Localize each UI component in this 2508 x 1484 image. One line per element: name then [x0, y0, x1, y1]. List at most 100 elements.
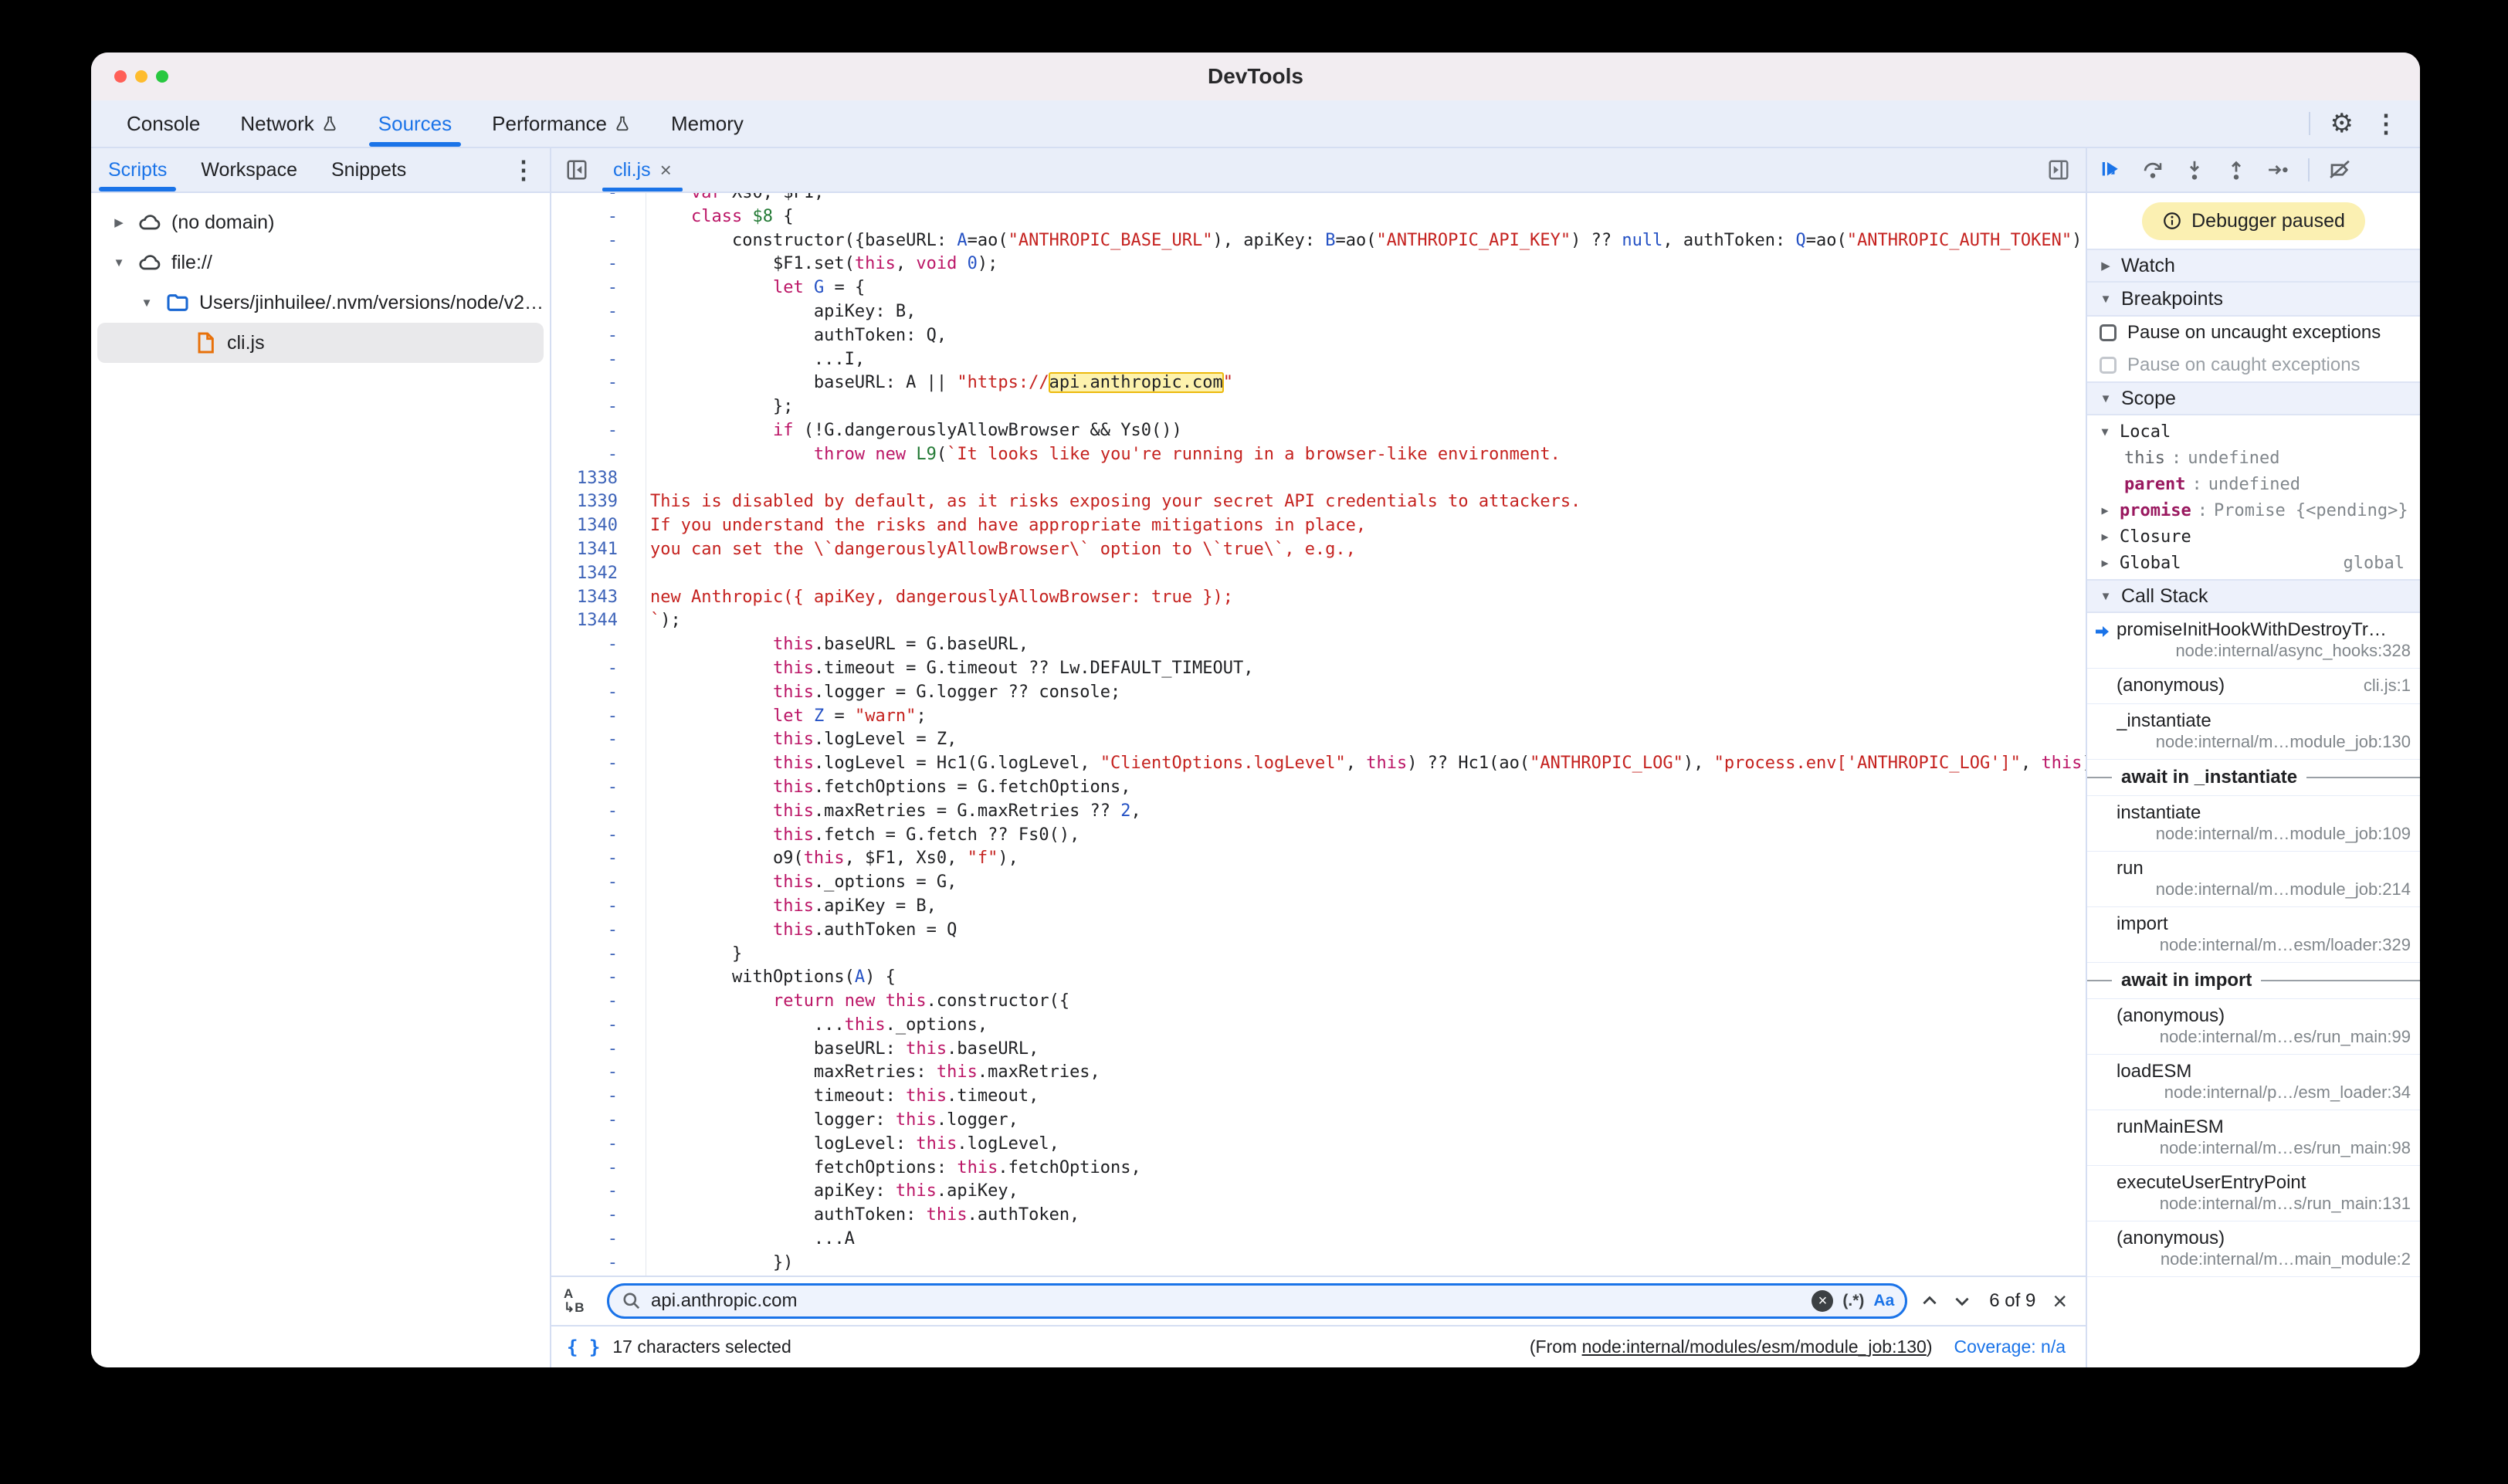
call-stack-frame[interactable]: executeUserEntryPointnode:internal/m…s/r…	[2087, 1166, 2420, 1221]
pretty-print-icon[interactable]: { }	[567, 1337, 600, 1358]
line-gutter[interactable]: -	[551, 371, 632, 395]
caret-right-icon[interactable]: ▶	[2096, 503, 2113, 517]
line-gutter[interactable]: -	[551, 824, 632, 848]
source-origin-link[interactable]: node:internal/modules/esm/module_job:130	[1582, 1337, 1927, 1357]
minimize-window-button[interactable]	[135, 70, 147, 83]
call-stack-frame[interactable]: (anonymous)node:internal/m…es/run_main:9…	[2087, 999, 2420, 1055]
call-stack-frame[interactable]: (anonymous)node:internal/m…main_module:2	[2087, 1221, 2420, 1277]
line-gutter[interactable]: -	[551, 966, 632, 990]
line-gutter[interactable]: -	[551, 1133, 632, 1157]
line-gutter[interactable]: -	[551, 990, 632, 1014]
call-stack-frame[interactable]: runMainESMnode:internal/m…es/run_main:98	[2087, 1110, 2420, 1166]
line-gutter[interactable]: -	[551, 443, 632, 467]
close-tab-icon[interactable]: ×	[660, 158, 672, 182]
call-stack-frame[interactable]: promiseInitHookWithDestroyTr…node:intern…	[2087, 613, 2420, 669]
line-gutter[interactable]: 1339	[551, 490, 632, 514]
line-gutter[interactable]: -	[551, 419, 632, 443]
search-pill[interactable]: × (.*) Aa	[607, 1283, 1907, 1319]
collapse-right-icon[interactable]	[2047, 148, 2086, 191]
replace-toggle-icon[interactable]: A↳B	[564, 1287, 595, 1315]
section-breakpoints[interactable]: ▼ Breakpoints	[2087, 283, 2420, 317]
scope-row[interactable]: ▶Closure	[2087, 523, 2420, 550]
line-gutter[interactable]: 1340	[551, 514, 632, 538]
line-gutter[interactable]: -	[551, 919, 632, 943]
line-gutter[interactable]: -	[551, 300, 632, 324]
scope-row[interactable]: parent: undefined	[2087, 471, 2420, 497]
resume-icon[interactable]	[2100, 158, 2123, 181]
tree-item-file-[interactable]: ▼file://	[97, 242, 544, 283]
line-gutter[interactable]: -	[551, 229, 632, 253]
call-stack-frame[interactable]: _instantiatenode:internal/m…module_job:1…	[2087, 704, 2420, 760]
line-gutter[interactable]: -	[551, 633, 632, 657]
section-scope[interactable]: ▼ Scope	[2087, 381, 2420, 415]
line-gutter[interactable]: -	[551, 728, 632, 752]
scope-row[interactable]: ▶Globalglobal	[2087, 550, 2420, 576]
caret-right-icon[interactable]: ▶	[2096, 556, 2113, 570]
gear-icon[interactable]: ⚙	[2330, 110, 2354, 137]
line-gutter[interactable]: -	[551, 800, 632, 824]
clear-icon[interactable]: ×	[1812, 1290, 1833, 1312]
line-gutter[interactable]: -	[551, 324, 632, 348]
line-gutter[interactable]: -	[551, 1038, 632, 1062]
step-out-icon[interactable]	[2225, 158, 2248, 181]
line-gutter[interactable]: 1344	[551, 609, 632, 633]
tab-console[interactable]: Console	[107, 100, 220, 147]
line-gutter[interactable]: -	[551, 395, 632, 419]
navigator-kebab-icon[interactable]: ⋮	[511, 148, 550, 191]
tab-memory[interactable]: Memory	[651, 100, 764, 147]
step-icon[interactable]	[2266, 158, 2289, 181]
caret-right-icon[interactable]: ▶	[2096, 530, 2113, 544]
line-gutter[interactable]: -	[551, 1252, 632, 1276]
line-gutter[interactable]: 1343	[551, 586, 632, 610]
deactivate-breakpoints-icon[interactable]	[2328, 158, 2351, 181]
tab-network[interactable]: Network	[220, 100, 358, 147]
section-call-stack[interactable]: ▼ Call Stack	[2087, 579, 2420, 613]
collapse-left-icon[interactable]	[565, 148, 588, 191]
line-gutter[interactable]: -	[551, 1157, 632, 1181]
checkbox[interactable]	[2100, 324, 2117, 341]
tree-item-cli-js[interactable]: cli.js	[97, 323, 544, 363]
breakpoint-option[interactable]: Pause on caught exceptions	[2087, 349, 2420, 381]
line-gutter[interactable]: -	[551, 871, 632, 895]
line-gutter[interactable]: -	[551, 895, 632, 919]
tab-sources[interactable]: Sources	[358, 100, 472, 147]
chevron-down-icon[interactable]	[1952, 1291, 1972, 1311]
line-gutter[interactable]: 1342	[551, 562, 632, 586]
kebab-menu-icon[interactable]: ⋮	[2374, 111, 2398, 136]
sidebar-tab-snippets[interactable]: Snippets	[314, 148, 423, 191]
breakpoint-option[interactable]: Pause on uncaught exceptions	[2087, 317, 2420, 349]
tree-item--no-domain-[interactable]: ▶(no domain)	[97, 202, 544, 242]
close-icon[interactable]: ×	[2052, 1289, 2067, 1313]
coverage-link[interactable]: Coverage: n/a	[1954, 1337, 2066, 1357]
line-gutter[interactable]: -	[551, 193, 632, 205]
step-over-icon[interactable]	[2141, 158, 2164, 181]
chevron-up-icon[interactable]	[1920, 1291, 1940, 1311]
line-gutter[interactable]: -	[551, 1014, 632, 1038]
call-stack-frame[interactable]: instantiatenode:internal/m…module_job:10…	[2087, 796, 2420, 852]
line-gutter[interactable]: -	[551, 348, 632, 372]
search-input[interactable]	[651, 1290, 1802, 1312]
call-stack-frame[interactable]: runnode:internal/m…module_job:214	[2087, 852, 2420, 907]
line-gutter[interactable]: 1341	[551, 538, 632, 562]
checkbox[interactable]	[2100, 357, 2117, 374]
tab-performance[interactable]: Performance	[472, 100, 651, 147]
sidebar-tab-scripts[interactable]: Scripts	[91, 148, 184, 191]
line-gutter[interactable]: -	[551, 1085, 632, 1109]
scope-row[interactable]: ▶promise: Promise {<pending>}	[2087, 497, 2420, 523]
line-gutter[interactable]: -	[551, 776, 632, 800]
scope-row[interactable]: ▼Local	[2087, 418, 2420, 445]
line-gutter[interactable]: -	[551, 1109, 632, 1133]
zoom-window-button[interactable]	[156, 70, 168, 83]
file-tab-clijs[interactable]: cli.js ×	[599, 148, 686, 191]
line-gutter[interactable]: -	[551, 1204, 632, 1228]
close-window-button[interactable]	[114, 70, 127, 83]
line-gutter[interactable]: -	[551, 1228, 632, 1252]
scope-row[interactable]: this: undefined	[2087, 445, 2420, 471]
line-gutter[interactable]: -	[551, 1180, 632, 1204]
tree-item-users-jinhuilee-nvm-versions-node-v2-[interactable]: ▼Users/jinhuilee/.nvm/versions/node/v2…	[97, 283, 544, 323]
line-gutter[interactable]: -	[551, 276, 632, 300]
call-stack-frame[interactable]: importnode:internal/m…esm/loader:329	[2087, 907, 2420, 963]
section-watch[interactable]: ▶ Watch	[2087, 249, 2420, 283]
line-gutter[interactable]: -	[551, 705, 632, 729]
sidebar-tab-workspace[interactable]: Workspace	[184, 148, 314, 191]
